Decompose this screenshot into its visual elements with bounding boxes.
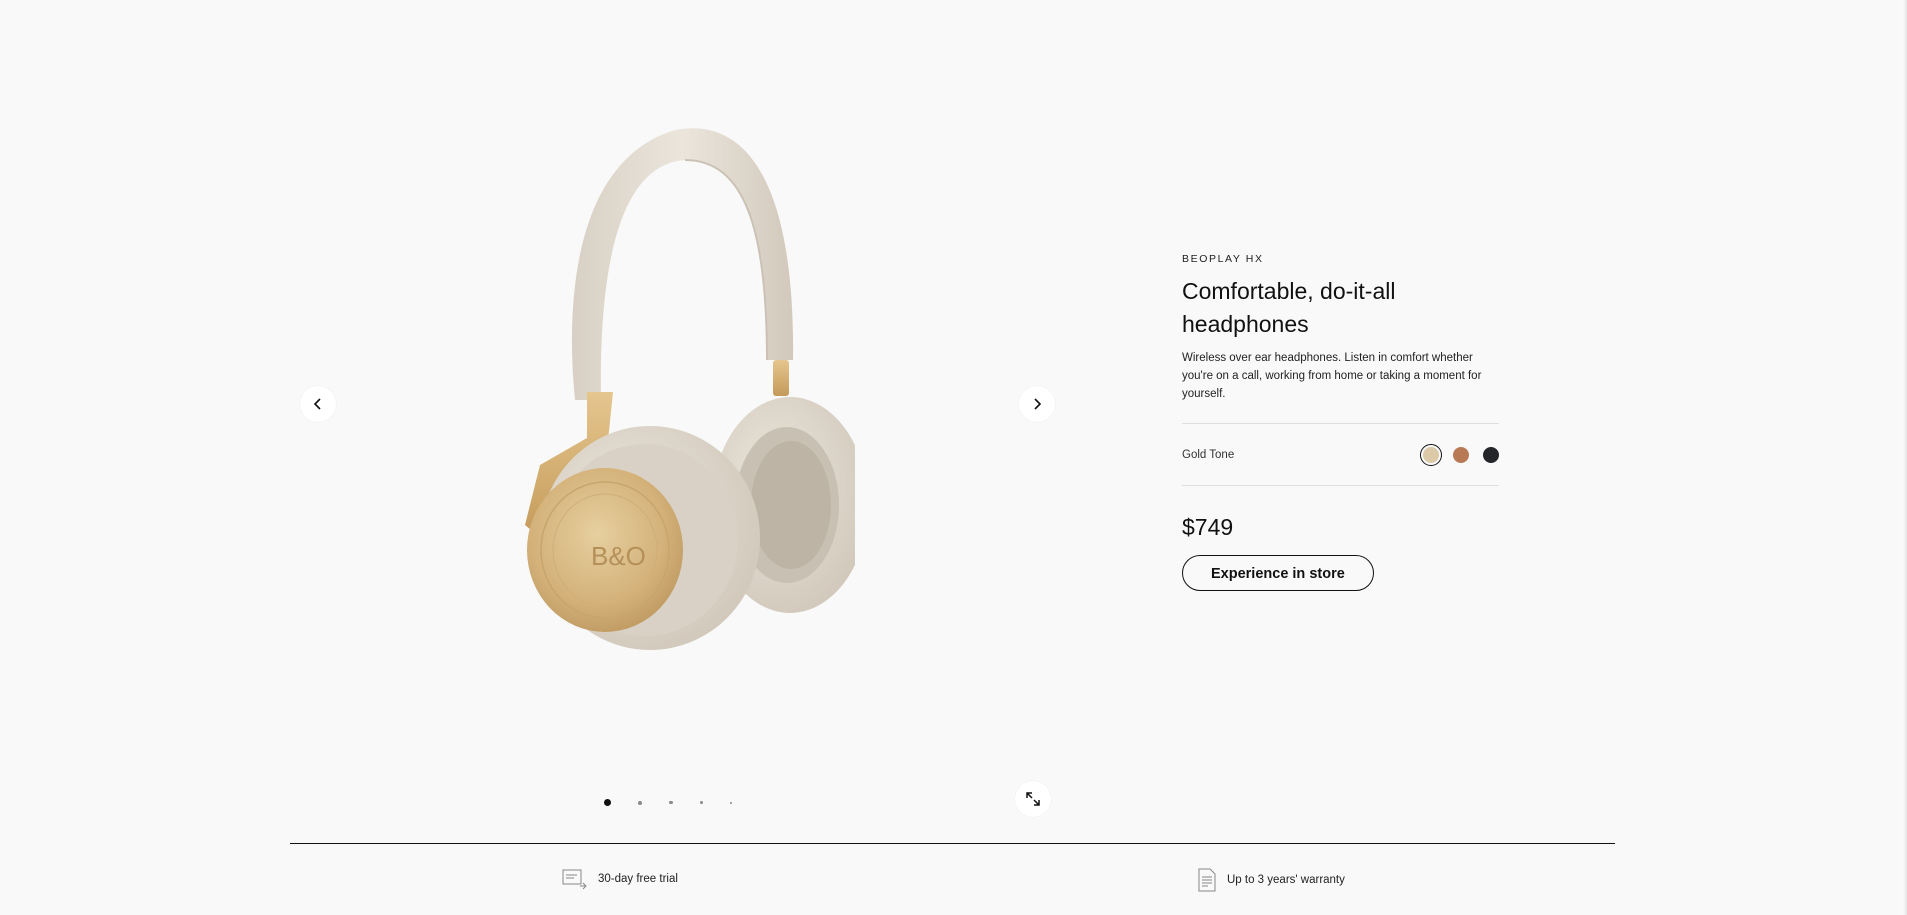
gallery-dot-2[interactable] (638, 800, 642, 805)
chevron-left-icon (313, 398, 321, 410)
benefit-free-trial: 30-day free trial (562, 868, 678, 890)
gallery-prev-button[interactable] (300, 386, 336, 422)
expand-icon (1026, 792, 1040, 806)
benefit-warranty-label: Up to 3 years' warranty (1227, 874, 1345, 886)
product-info: BEOPLAY HX Comfortable, do-it-all headph… (1182, 253, 1499, 591)
product-price: $749 (1182, 514, 1234, 540)
gallery-next-button[interactable] (1019, 386, 1055, 422)
scroll-edge (1903, 0, 1907, 915)
benefit-free-trial-label: 30-day free trial (598, 873, 678, 885)
product-title: Comfortable, do-it-all headphones (1182, 278, 1396, 337)
color-swatches (1409, 443, 1499, 466)
product-description: Wireless over ear headphones. Listen in … (1182, 352, 1482, 400)
svg-text:B&O: B&O (591, 541, 646, 571)
document-icon (1198, 868, 1216, 892)
gallery-dot-5[interactable] (729, 801, 732, 804)
divider (1182, 485, 1499, 486)
swatch-copper[interactable] (1453, 446, 1469, 463)
gallery-dot-4[interactable] (699, 801, 703, 804)
swatch-black[interactable] (1483, 446, 1499, 463)
variant-selector: Gold Tone (1182, 424, 1499, 485)
gallery-dot-3[interactable] (669, 800, 673, 805)
gallery-dot-1[interactable] (604, 799, 611, 806)
experience-in-store-button[interactable]: Experience in store (1182, 555, 1374, 591)
benefit-warranty: Up to 3 years' warranty (1197, 868, 1345, 892)
footer-divider (290, 843, 1615, 844)
product-page: B&O BEOPLAY HX Comfortable, do-it-all he… (0, 0, 1907, 915)
swatch-gold-tone[interactable] (1420, 443, 1442, 466)
truck-return-icon (562, 869, 587, 890)
variant-label: Gold Tone (1182, 448, 1235, 461)
gallery-expand-button[interactable] (1015, 781, 1051, 817)
chevron-right-icon (1034, 398, 1042, 410)
gallery-pagination (604, 799, 759, 806)
product-eyebrow: BEOPLAY HX (1182, 253, 1264, 265)
product-image: B&O (525, 128, 855, 650)
